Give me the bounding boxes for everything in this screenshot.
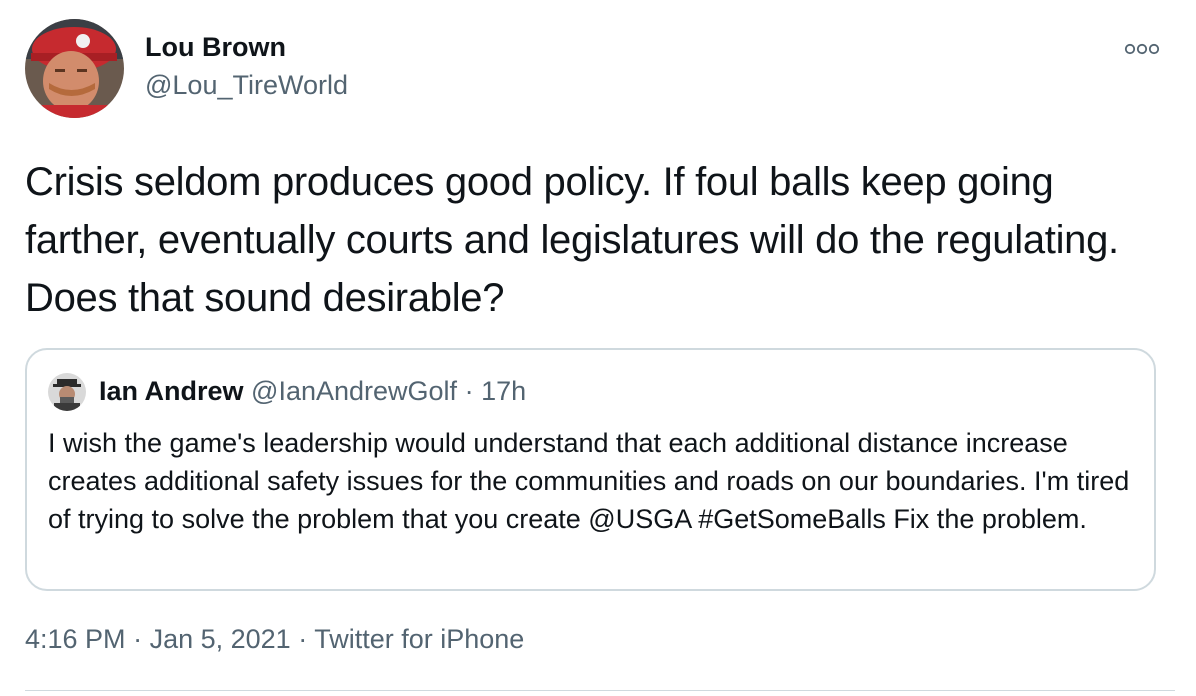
author-display-name[interactable]: Lou Brown: [145, 32, 286, 63]
divider: [25, 690, 1175, 691]
more-options-button[interactable]: [1122, 38, 1162, 60]
author-avatar-image: [25, 19, 124, 118]
tweet-source-link[interactable]: Twitter for iPhone: [314, 624, 524, 654]
tweet-footer: 4:16 PM · Jan 5, 2021 · Twitter for iPho…: [25, 624, 524, 655]
quote-author-avatar[interactable]: [48, 373, 86, 411]
tweet-text: Crisis seldom produces good policy. If f…: [25, 160, 1119, 320]
author-avatar[interactable]: [25, 19, 124, 118]
quote-header: Ian Andrew @IanAndrewGolf · 17h: [99, 376, 526, 407]
quote-avatar-image: [48, 373, 86, 411]
author-handle[interactable]: @Lou_TireWorld: [145, 70, 348, 101]
quote-author-name[interactable]: Ian Andrew: [99, 376, 244, 406]
footer-separator: ·: [125, 624, 150, 654]
quoted-tweet[interactable]: Ian Andrew @IanAndrewGolf · 17h I wish t…: [25, 348, 1156, 591]
tweet-card: Lou Brown @Lou_TireWorld Crisis seldom p…: [0, 0, 1196, 696]
tweet-time[interactable]: 4:16 PM: [25, 624, 126, 654]
quote-separator: ·: [457, 376, 482, 406]
quote-author-handle[interactable]: @IanAndrewGolf: [251, 376, 457, 406]
footer-separator-2: ·: [290, 624, 315, 654]
more-dots-icon: [1124, 43, 1160, 55]
tweet-date[interactable]: Jan 5, 2021: [150, 624, 291, 654]
quote-timestamp[interactable]: 17h: [481, 376, 526, 406]
quote-text: I wish the game's leadership would under…: [48, 428, 1130, 534]
